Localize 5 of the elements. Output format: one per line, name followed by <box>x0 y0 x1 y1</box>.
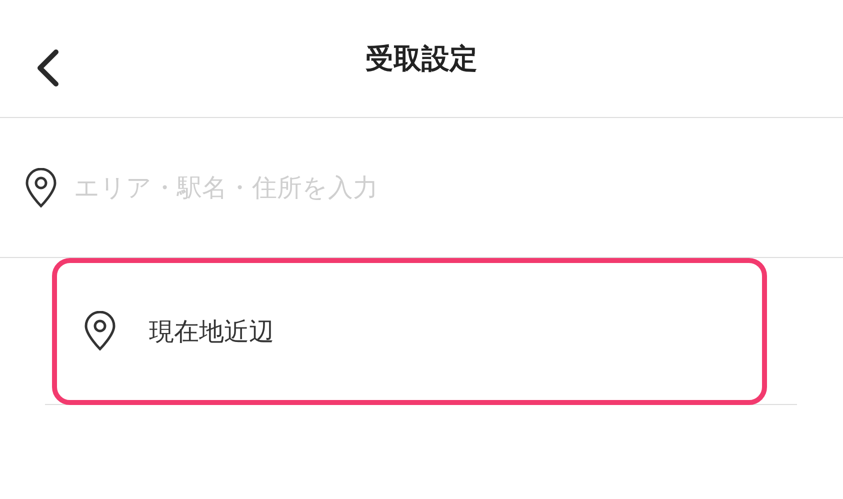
page-title: 受取設定 <box>366 40 478 76</box>
suggestion-item[interactable]: 現在地近辺 <box>45 258 797 405</box>
location-pin-icon <box>24 168 58 208</box>
location-pin-icon <box>83 311 117 351</box>
suggestion-label: 現在地近辺 <box>149 316 274 348</box>
